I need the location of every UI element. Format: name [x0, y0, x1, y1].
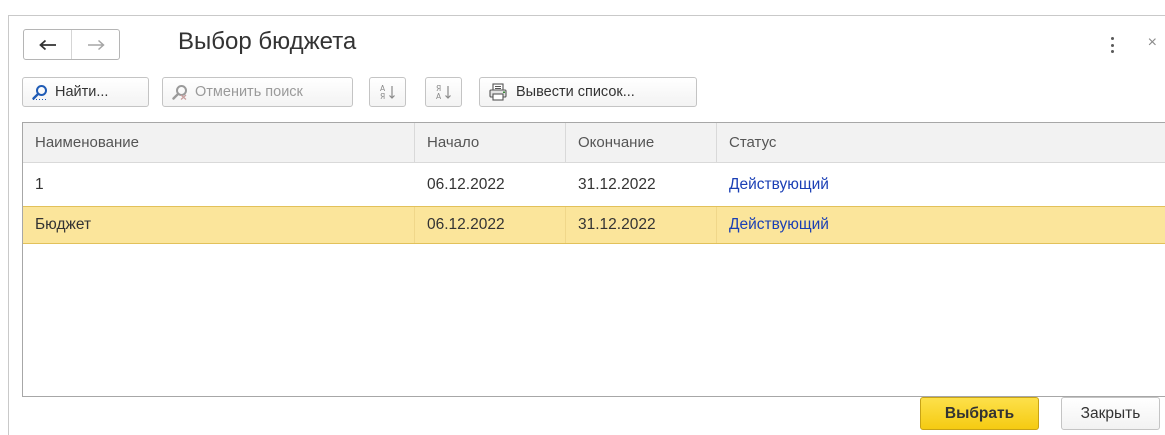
print-list-label: Вывести список... [516, 84, 635, 100]
cell-status: Действующий [729, 216, 829, 233]
budget-table[interactable]: Наименование Начало Окончание Статус 1 0… [22, 122, 1165, 397]
cell-status: Действующий [729, 175, 829, 193]
column-header-start[interactable]: Начало [415, 123, 566, 163]
cell-start: 06.12.2022 [427, 175, 505, 193]
search-icon [32, 84, 48, 100]
svg-text:А: А [436, 92, 442, 101]
arrow-left-icon [38, 39, 56, 50]
sort-ascending-button[interactable]: А Я [369, 77, 406, 107]
cancel-search-label: Отменить поиск [195, 84, 303, 100]
back-button[interactable] [24, 30, 71, 59]
print-list-icon [489, 83, 509, 101]
form-window: Выбор бюджета × Найти... Отменить поиск … [8, 15, 1165, 435]
cell-end: 31.12.2022 [578, 175, 656, 193]
column-header-name[interactable]: Наименование [23, 123, 415, 163]
search-cancel-icon [172, 84, 188, 100]
sort-ascending-icon: А Я [380, 84, 395, 101]
navigation-group [23, 29, 120, 60]
table-row[interactable]: 1 06.12.2022 31.12.2022 Действующий [23, 163, 1165, 206]
column-header-end[interactable]: Окончание [566, 123, 717, 163]
arrow-right-icon [87, 39, 105, 50]
svg-text:Я: Я [380, 92, 385, 101]
sort-descending-button[interactable]: Я А [425, 77, 462, 107]
cell-start: 06.12.2022 [415, 207, 566, 243]
select-button[interactable]: Выбрать [920, 397, 1039, 430]
page-title: Выбор бюджета [178, 28, 357, 55]
sort-descending-icon: Я А [436, 84, 451, 101]
print-list-button[interactable]: Вывести список... [479, 77, 697, 107]
close-button[interactable]: Закрыть [1061, 397, 1160, 430]
cell-name: 1 [35, 175, 44, 193]
column-header-status[interactable]: Статус [717, 123, 1165, 163]
find-button-label: Найти... [55, 84, 109, 100]
table-row-selected[interactable]: Бюджет 06.12.2022 31.12.2022 Действующий [23, 206, 1165, 244]
table-header: Наименование Начало Окончание Статус [23, 123, 1165, 163]
more-vertical-icon[interactable] [1109, 37, 1115, 53]
find-button[interactable]: Найти... [22, 77, 149, 107]
forward-button[interactable] [71, 30, 119, 59]
cell-end: 31.12.2022 [566, 207, 717, 243]
close-icon[interactable]: × [1148, 35, 1157, 51]
cancel-search-button[interactable]: Отменить поиск [162, 77, 353, 107]
cell-name: Бюджет [23, 207, 415, 243]
